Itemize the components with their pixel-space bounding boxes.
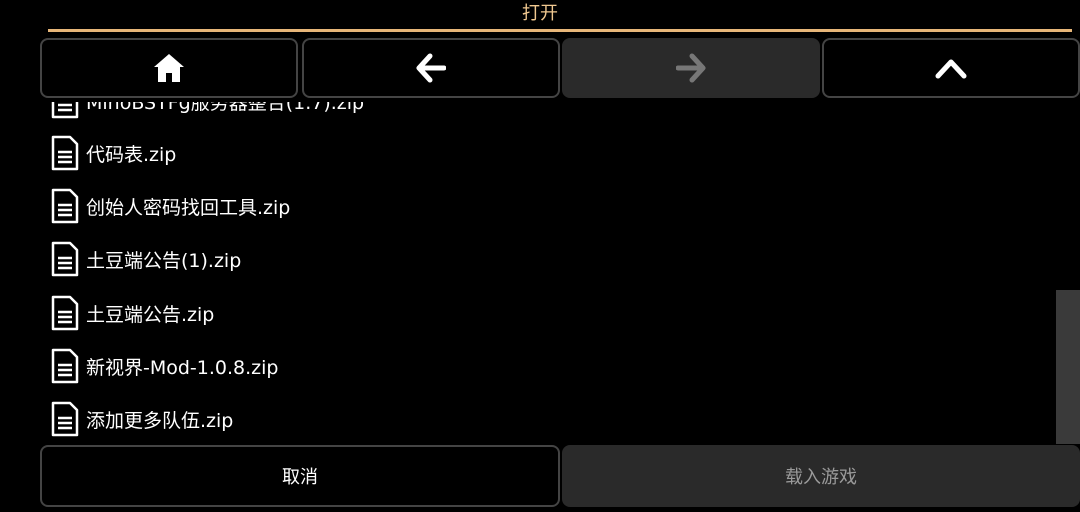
file-name: 土豆端公告.zip bbox=[86, 303, 215, 326]
list-item[interactable]: MinoBSTFg服务器整合(1.7).zip bbox=[50, 102, 364, 121]
list-item[interactable]: 添加更多队伍.zip bbox=[50, 399, 233, 439]
file-list[interactable]: MinoBSTFg服务器整合(1.7).zip 代码表.zip 创始人密码找回工… bbox=[0, 102, 1056, 444]
home-icon bbox=[154, 54, 184, 82]
load-game-button[interactable]: 载入游戏 bbox=[562, 445, 1080, 507]
file-name: 新视界-Mod-1.0.8.zip bbox=[86, 356, 279, 379]
list-scrollbar[interactable] bbox=[1056, 290, 1080, 444]
dialog-title: 打开 bbox=[522, 3, 558, 24]
forward-button[interactable] bbox=[562, 38, 820, 98]
file-icon bbox=[51, 401, 79, 437]
file-icon bbox=[51, 188, 79, 224]
file-name: 创始人密码找回工具.zip bbox=[86, 196, 291, 219]
arrow-right-icon bbox=[676, 53, 706, 83]
list-item[interactable]: 土豆端公告(1).zip bbox=[50, 239, 241, 279]
file-icon bbox=[51, 295, 79, 331]
file-icon bbox=[51, 241, 79, 277]
navigation-toolbar bbox=[40, 38, 1080, 102]
open-file-dialog: 打开 MinoBSTFg服务器整合(1.7).zip 代码表.zip 创始人密码… bbox=[0, 0, 1080, 512]
file-name: 代码表.zip bbox=[86, 143, 177, 166]
file-icon bbox=[51, 135, 79, 171]
back-button[interactable] bbox=[302, 38, 560, 98]
file-name: MinoBSTFg服务器整合(1.7).zip bbox=[86, 102, 365, 114]
list-item[interactable]: 新视界-Mod-1.0.8.zip bbox=[50, 346, 279, 386]
file-icon bbox=[51, 348, 79, 384]
chevron-up-icon bbox=[935, 59, 967, 79]
title-divider bbox=[48, 29, 1072, 32]
up-directory-button[interactable] bbox=[822, 38, 1080, 98]
list-item[interactable]: 土豆端公告.zip bbox=[50, 293, 214, 333]
file-icon bbox=[51, 102, 79, 119]
list-item[interactable]: 创始人密码找回工具.zip bbox=[50, 186, 290, 226]
list-item[interactable]: 代码表.zip bbox=[50, 133, 176, 173]
home-button[interactable] bbox=[40, 38, 298, 98]
arrow-left-icon bbox=[416, 53, 446, 83]
cancel-button[interactable]: 取消 bbox=[40, 445, 560, 507]
file-name: 土豆端公告(1).zip bbox=[86, 249, 242, 272]
file-name: 添加更多队伍.zip bbox=[86, 409, 234, 432]
